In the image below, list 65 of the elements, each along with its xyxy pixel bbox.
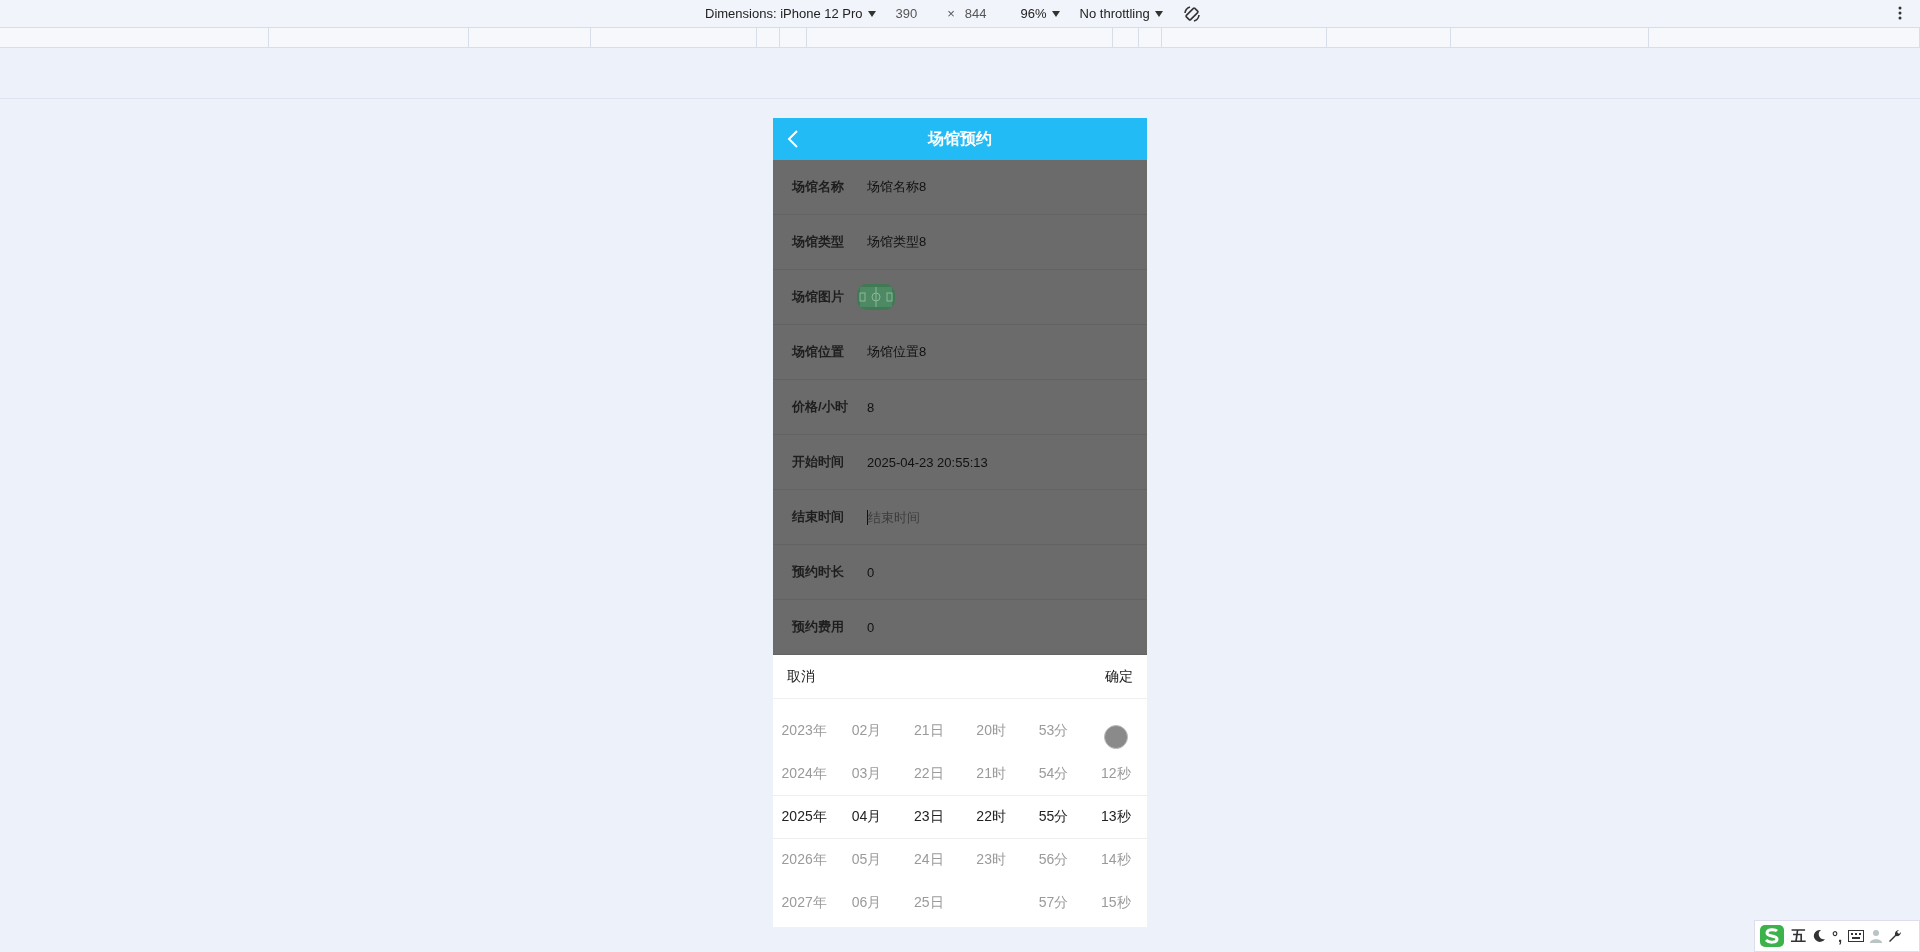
field-value: 2025-04-23 20:55:13 [867,454,988,470]
cancel-button[interactable]: 取消 [787,667,815,686]
picker-option[interactable]: 55分 [1022,795,1085,838]
wrench-icon[interactable] [1888,929,1903,943]
caret-icon [1051,10,1060,17]
times-sign: × [947,6,955,21]
ime-logo-icon[interactable] [1759,924,1785,948]
picker-option[interactable]: 2023年 [773,709,836,752]
picker-option[interactable]: 54分 [1022,752,1085,795]
device-dropdown[interactable]: Dimensions: iPhone 12 Pro [705,6,863,21]
picker-option[interactable]: 15秒 [1084,881,1147,924]
field-label: 场馆名称 [792,178,845,196]
picker-option[interactable]: 05月 [835,838,898,881]
picker-option[interactable]: 24日 [897,838,960,881]
caret-icon [867,10,876,17]
picker-option[interactable]: 21时 [960,752,1023,795]
picker-option[interactable]: 13秒 [1084,795,1147,838]
moon-icon[interactable] [1812,929,1826,943]
rotate-icon[interactable] [1182,4,1201,23]
field-value: 场馆位置8 [867,343,927,361]
field-value: 0 [867,619,875,635]
field-label: 预约费用 [792,618,845,636]
input-mode[interactable]: 五 [1791,926,1806,946]
field-label: 预约时长 [792,563,845,581]
picker-option[interactable]: 14秒 [1084,838,1147,881]
picker-option[interactable]: 03月 [835,752,898,795]
caret-icon [1154,10,1163,17]
page-title: 场馆预约 [928,128,992,149]
field-label: 场馆类型 [792,233,845,251]
picker-option[interactable]: 20时 [960,709,1023,752]
picker-option[interactable]: 25日 [897,881,960,924]
field-label: 场馆位置 [792,343,845,361]
picker-option[interactable]: 53分 [1022,709,1085,752]
picker-option[interactable]: 06月 [835,881,898,924]
picker-option[interactable]: 57分 [1022,881,1085,924]
field-value: 0 [867,564,875,580]
keyboard-icon[interactable] [1848,930,1865,942]
picker-option[interactable]: 2024年 [773,752,836,795]
field-label: 开始时间 [792,453,845,471]
picker-option[interactable]: 21日 [897,709,960,752]
confirm-button[interactable]: 确定 [1105,667,1133,686]
picker-option[interactable]: 22日 [897,752,960,795]
field-label: 结束时间 [792,508,845,526]
field-value: 8 [867,399,875,415]
field-value: 场馆类型8 [867,233,927,251]
more-icon[interactable] [1898,6,1902,20]
field-label: 价格/小时 [792,398,849,416]
picker-option[interactable]: 04月 [835,795,898,838]
picker-option[interactable]: 22时 [960,795,1023,838]
picker-option[interactable]: 12秒 [1084,752,1147,795]
picker-option[interactable]: 23日 [897,795,960,838]
picker-option[interactable]: 23时 [960,838,1023,881]
width-field[interactable]: 390 [895,6,918,21]
field-label: 场馆图片 [792,288,845,306]
zoom-dropdown[interactable]: 96% [1020,6,1047,21]
touch-cursor [1103,724,1128,749]
throttling-dropdown[interactable]: No throttling [1079,6,1150,21]
field-value: 场馆名称8 [867,178,927,196]
picker-option[interactable]: 2026年 [773,838,836,881]
punctuation-mode[interactable]: °, [1832,927,1843,945]
picker-option[interactable]: 2027年 [773,881,836,924]
picker-option[interactable]: 2025年 [773,795,836,838]
picker-option[interactable]: 56分 [1022,838,1085,881]
picker-option[interactable]: 02月 [835,709,898,752]
height-field[interactable]: 844 [964,6,987,21]
